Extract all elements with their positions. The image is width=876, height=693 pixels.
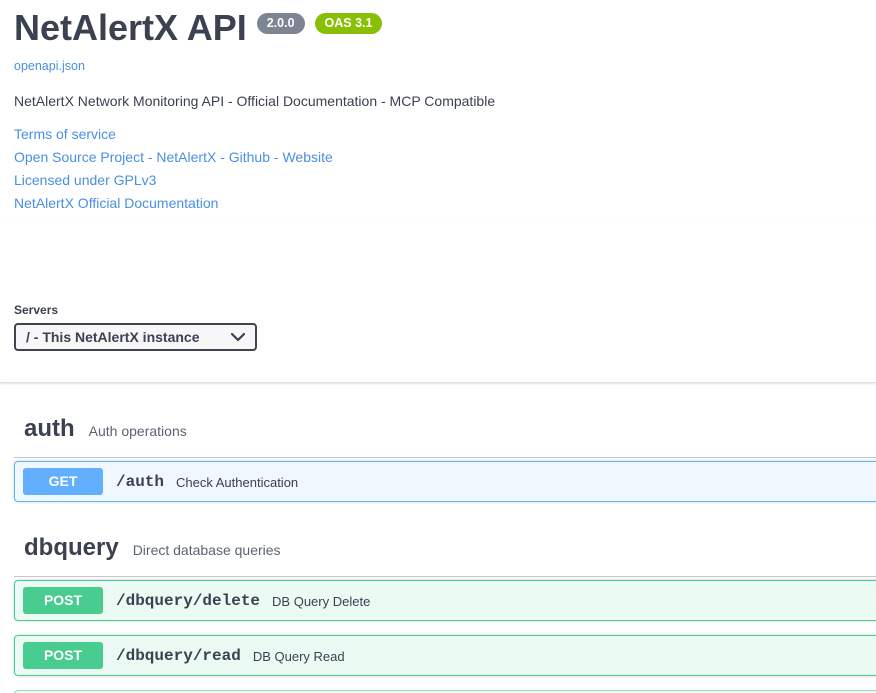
official-documentation-link[interactable]: NetAlertX Official Documentation (14, 196, 876, 210)
oas-badge: OAS 3.1 (315, 13, 383, 34)
opblock-post-dbquery-delete: POST /dbquery/delete DB Query Delete (14, 580, 876, 621)
tag-section-auth: auth Auth operations GET /auth Check Aut… (14, 415, 876, 502)
endpoint-path: /auth (116, 473, 164, 491)
tag-header-dbquery[interactable]: dbquery Direct database queries (14, 534, 876, 577)
scheme-container: Servers / - This NetAlertX instance (0, 219, 876, 383)
opblock-summary[interactable]: GET /auth Check Authentication (15, 462, 876, 501)
tag-header-auth[interactable]: auth Auth operations (14, 415, 876, 458)
title-row: NetAlertX API 2.0.0 OAS 3.1 (14, 8, 876, 48)
tag-description: Direct database queries (133, 542, 281, 558)
info-links: Terms of service Open Source Project - N… (14, 127, 876, 210)
method-badge-get[interactable]: GET (23, 468, 103, 495)
tag-name: dbquery (24, 534, 119, 562)
openapi-json-link[interactable]: openapi.json (14, 59, 876, 73)
tag-section-dbquery: dbquery Direct database queries POST /db… (14, 534, 876, 693)
terms-of-service-link[interactable]: Terms of service (14, 127, 876, 141)
endpoint-path: /dbquery/read (116, 647, 241, 665)
servers-select[interactable]: / - This NetAlertX instance (14, 323, 257, 351)
tag-description: Auth operations (89, 423, 187, 439)
endpoint-path: /dbquery/delete (116, 592, 260, 610)
servers-selected-option: / - This NetAlertX instance (26, 329, 199, 345)
opblock-post-dbquery-read: POST /dbquery/read DB Query Read (14, 635, 876, 676)
endpoint-summary: DB Query Delete (272, 594, 370, 609)
tag-name: auth (24, 415, 75, 443)
version-badge: 2.0.0 (257, 13, 305, 34)
chevron-down-icon (231, 333, 245, 342)
api-info-section: NetAlertX API 2.0.0 OAS 3.1 openapi.json… (0, 0, 876, 210)
method-badge-post[interactable]: POST (23, 642, 103, 669)
api-description: NetAlertX Network Monitoring API - Offic… (14, 93, 876, 109)
endpoint-summary: Check Authentication (176, 475, 298, 490)
endpoint-summary: DB Query Read (253, 649, 345, 664)
open-source-project-link[interactable]: Open Source Project - NetAlertX - Github… (14, 150, 876, 164)
page-title: NetAlertX API (14, 8, 247, 48)
license-link[interactable]: Licensed under GPLv3 (14, 173, 876, 187)
opblock-get-auth: GET /auth Check Authentication (14, 461, 876, 502)
opblock-summary[interactable]: POST /dbquery/delete DB Query Delete (15, 581, 876, 620)
method-badge-post[interactable]: POST (23, 587, 103, 614)
opblock-summary[interactable]: POST /dbquery/read DB Query Read (15, 636, 876, 675)
servers-label: Servers (14, 303, 876, 317)
